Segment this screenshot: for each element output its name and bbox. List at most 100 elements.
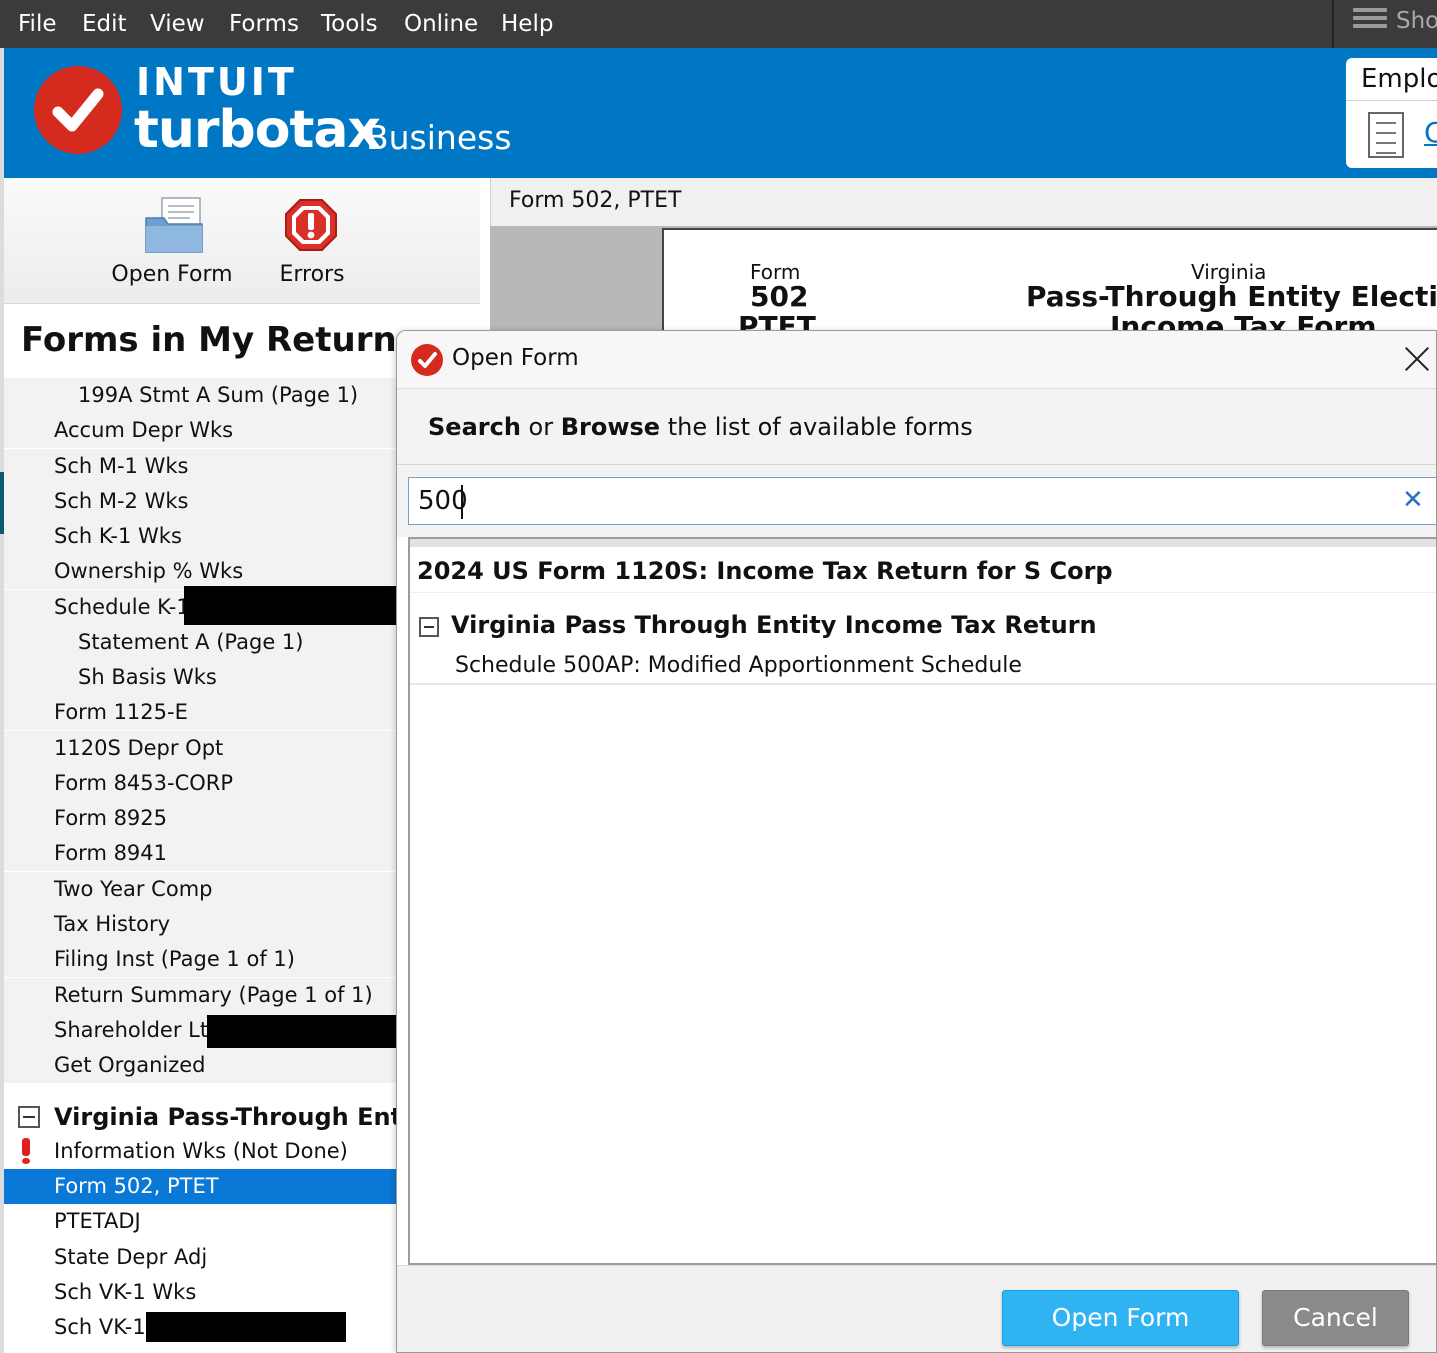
tree-row-label: Sch K-1 Wks [54,524,182,548]
tree-row[interactable]: Sch VK-1 [4,1310,396,1345]
tree-row[interactable]: 1120S Depr Opt [4,731,396,766]
tree-row[interactable]: Sch M-2 Wks [4,484,396,519]
tree-row[interactable]: Schedule K-1 [4,586,396,628]
dialog-footer: Open Form Cancel [397,1265,1436,1352]
tree-row[interactable]: Return Summary (Page 1 of 1) [4,978,396,1013]
tree-row-label: Sh Basis Wks [78,665,217,689]
menu-file[interactable]: File [18,9,57,39]
document-icon[interactable] [1368,112,1404,158]
tree-row-label: Statement A (Page 1) [78,630,304,654]
dialog-titlebar: Open Form [397,331,1436,389]
menu-online[interactable]: Online [404,9,478,39]
tree-row-label: 1120S Depr Opt [54,736,224,760]
tree-row[interactable]: Statement A (Page 1) [4,625,396,660]
tree-row[interactable]: Filing Inst (Page 1 of 1) [4,942,396,977]
results-item[interactable]: Schedule 500AP: Modified Apportionment S… [455,653,1022,678]
menu-forms[interactable]: Forms [229,9,299,39]
close-icon[interactable] [1403,345,1431,373]
tree-row[interactable]: Form 8925 [4,801,396,836]
tree-row[interactable]: Two Year Comp [4,872,396,907]
text-caret [461,485,463,519]
error-exclamation-icon [22,1138,30,1164]
tree-row[interactable]: Accum Depr Wks [4,413,396,448]
employer-panel: Emplo C [1346,58,1437,168]
results-subgroup-title[interactable]: Virginia Pass Through Entity Income Tax … [451,611,1097,639]
left-toolbar: Open Form Errors [4,178,480,304]
tree-row-label: Ownership % Wks [54,559,244,583]
redaction-block [184,586,396,628]
instruction-search: Search [428,413,521,441]
open-form-toolbar-label: Open Form [111,262,233,287]
tree-row-label: Filing Inst (Page 1 of 1) [54,947,295,971]
menu-view[interactable]: View [150,9,205,39]
tree-row[interactable]: Information Wks (Not Done) [4,1134,396,1169]
form-page-form-number: 502 [750,280,809,313]
tree-row[interactable]: Form 1125-E [4,695,396,730]
tree-row[interactable]: State Depr Adj [4,1240,396,1275]
brand-banner: INTUIT turbotax Business [4,48,1437,178]
tree-row[interactable]: Sh Basis Wks [4,660,396,695]
tree-row[interactable]: Form 8941 [4,836,396,871]
tree-row-label: Two Year Comp [54,877,213,901]
tree-row-label: Sch VK-1 Wks [54,1280,197,1304]
open-form-dialog: Open Form Search or Browse the list of a… [396,330,1437,1353]
brand-intuit: INTUIT [136,60,297,104]
brand-turbotax: turbotax [134,100,381,160]
tree-row[interactable]: PTETADJ [4,1204,396,1239]
brand-business: Business [366,118,512,157]
results-group-header: 2024 US Form 1120S: Income Tax Return fo… [410,547,1436,593]
results-subgroup: Virginia Pass Through Entity Income Tax … [410,595,1436,685]
tree-row[interactable]: Shareholder Ltr [4,1013,396,1049]
tree-row[interactable]: Sch M-1 Wks [4,449,396,484]
tree-row[interactable]: 199A Stmt A Sum (Page 1) [4,378,396,413]
menu-edit[interactable]: Edit [82,9,127,39]
tree-row-label: Information Wks (Not Done) [54,1139,348,1163]
employer-panel-divider [1346,100,1437,101]
search-area: ✕ [397,465,1436,537]
collapse-minus-icon[interactable] [419,617,439,637]
open-form-button[interactable]: Open Form [1002,1290,1239,1346]
employer-panel-label: Emplo [1361,64,1437,94]
tree-row-label: Form 1125-E [54,700,188,724]
form-search-input[interactable] [408,477,1436,525]
tree-row-label: Sch VK-1 [54,1315,146,1339]
tree-row-selected[interactable]: Form 502, PTET [4,1169,396,1204]
tree-row-label: Accum Depr Wks [54,418,234,442]
tree-row[interactable]: Tax History [4,907,396,942]
tree-row-label: Form 8453-CORP [54,771,234,795]
menu-bar: File Edit View Forms Tools Online Help S… [0,0,1437,48]
show-button-label[interactable]: Sho [1396,8,1437,34]
menu-tools[interactable]: Tools [321,9,378,39]
tree-row[interactable]: Form 8453-CORP [4,766,396,801]
cancel-button[interactable]: Cancel [1262,1290,1409,1346]
results-top-border [410,539,1436,547]
errors-toolbar-button[interactable]: Errors [257,178,367,304]
tree-row-label: Sch M-1 Wks [54,454,189,478]
tree-group-title: Virginia Pass-Through Entity [54,1103,396,1131]
form-preview-area: Form 502 PTET Virginia Pass-Through Enti… [490,226,1437,343]
forms-tree-panel: Form 1120S p3-5 199A Stmt A Sum (Page 1)… [4,304,396,1353]
clear-search-icon[interactable]: ✕ [1402,485,1424,515]
tree-row[interactable]: Get Organized [4,1048,396,1083]
open-form-toolbar-button[interactable]: Open Form [104,178,240,304]
forms-tree-heading: Forms in My Return [21,320,396,360]
open-folder-icon [145,197,203,253]
tree-group-virginia[interactable]: Virginia Pass-Through Entity [4,1098,396,1136]
tree-row[interactable]: Sch K-1 Wks [4,519,396,554]
form-title: Form 502, PTET [509,188,682,213]
list-lines-icon[interactable] [1353,8,1387,36]
search-results-list[interactable]: 2024 US Form 1120S: Income Tax Return fo… [408,537,1436,1265]
tree-row-label: Form 8941 [54,841,168,865]
results-group-title: 2024 US Form 1120S: Income Tax Return fo… [417,557,1113,585]
dialog-instruction-area: Search or Browse the list of available f… [397,389,1436,465]
tree-row[interactable]: Sch VK-1 Wks [4,1275,396,1310]
tree-row-label: Shareholder Ltr [54,1018,217,1042]
tree-row[interactable]: Ownership % Wks [4,554,396,589]
menu-help[interactable]: Help [501,9,553,39]
form-title-bar: Form 502, PTET [490,178,1437,226]
employer-panel-link[interactable]: C [1424,116,1437,149]
error-octagon-icon [285,199,337,251]
dialog-title: Open Form [452,345,579,371]
form-page-title-line1: Pass-Through Entity Elective [1026,280,1437,313]
collapse-minus-icon[interactable] [18,1106,40,1128]
